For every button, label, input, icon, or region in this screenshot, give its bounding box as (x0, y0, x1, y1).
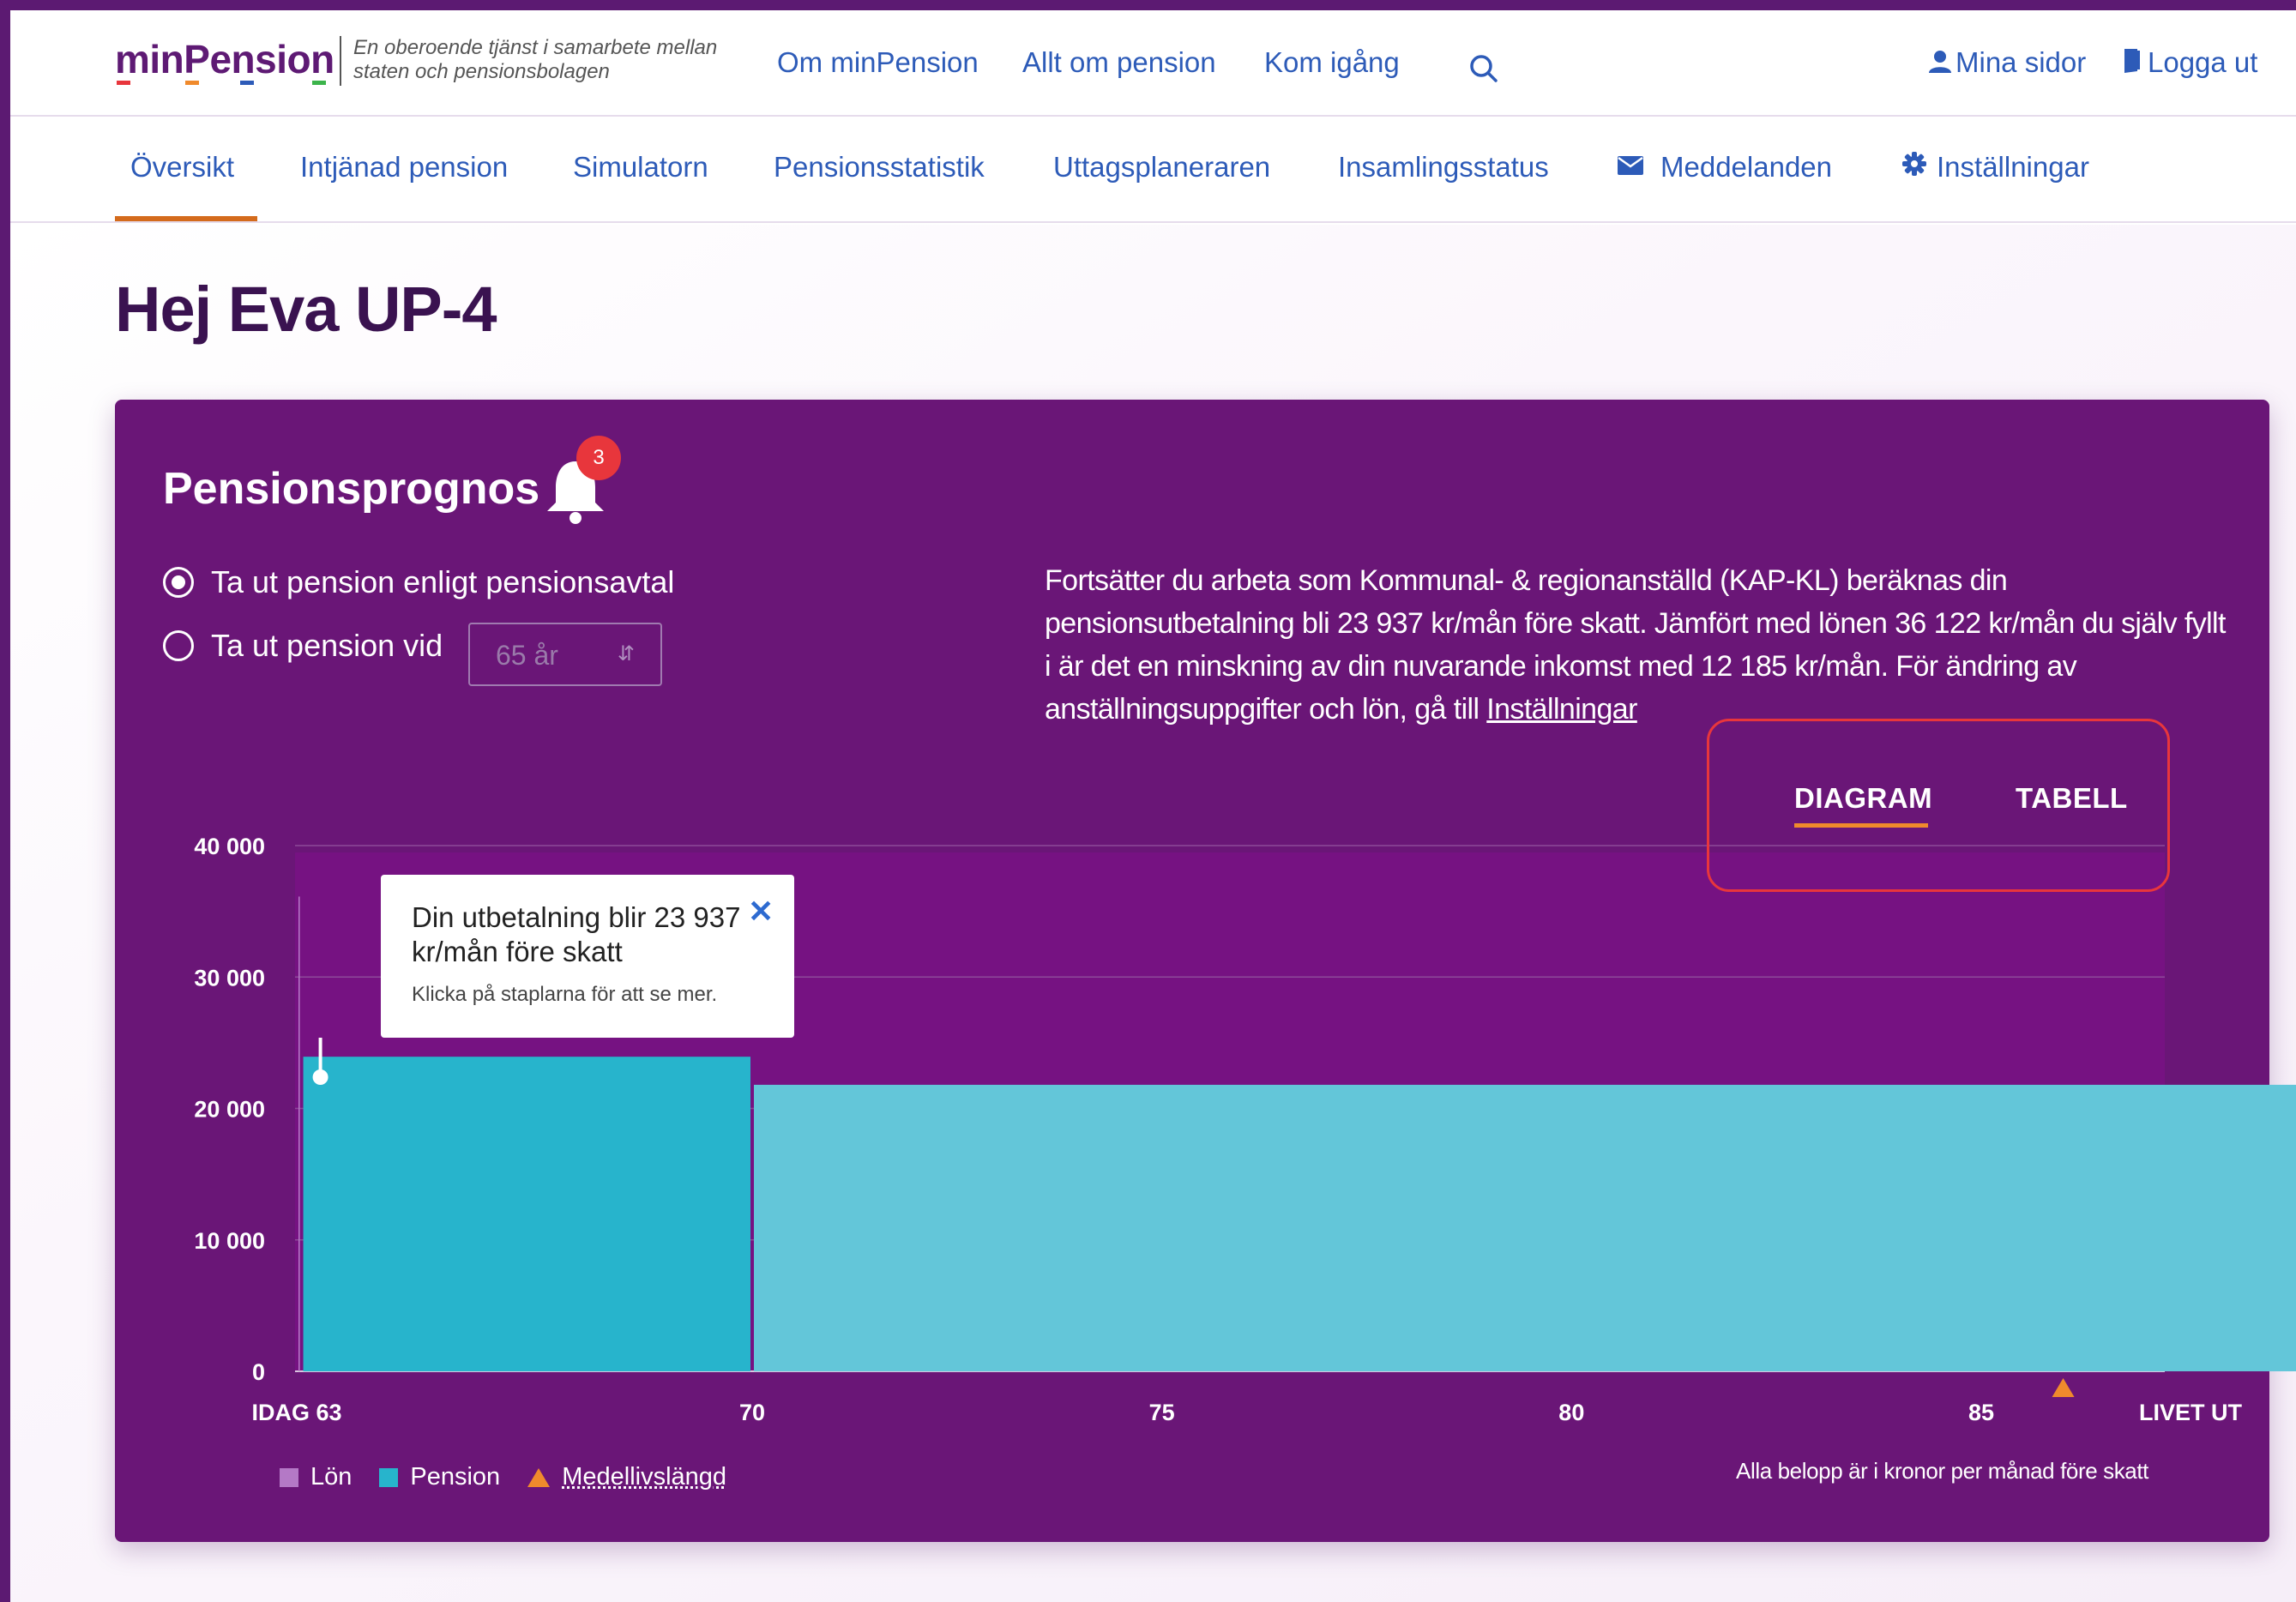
chart-tooltip: Din utbetalning blir 23 937 kr/mån före … (381, 875, 794, 1038)
x-tick-label: 75 (1149, 1400, 1175, 1425)
gear-icon (1902, 152, 1926, 176)
age-select-value: 65 år (496, 640, 558, 671)
age-select[interactable]: 65 år ⇵ (468, 623, 662, 686)
bar-pension-after-70 (754, 1084, 2296, 1371)
legend-lon: Lön (280, 1463, 352, 1491)
chart-footnote: Alla belopp är i kronor per månad före s… (1736, 1458, 2148, 1484)
radio-button-checked[interactable] (163, 567, 194, 598)
window-frame-left (0, 0, 10, 1602)
logga-ut-label: Logga ut (2148, 46, 2258, 78)
tab-installningar[interactable]: Inställningar (1902, 151, 2089, 184)
diagram-tab[interactable]: DIAGRAM (1794, 782, 1932, 815)
legend-medellivslangd-label[interactable]: Medellivslängd (562, 1463, 726, 1491)
tooltip-pointer-dot (312, 1069, 328, 1085)
tab-oversikt[interactable]: Översikt (130, 151, 234, 184)
site-header: minPension En oberoende tjänst i samarbe… (10, 10, 2296, 117)
legend-lon-swatch (280, 1467, 298, 1487)
tab-meddelanden-label: Meddelanden (1660, 151, 1832, 183)
page-title: Hej Eva UP-4 (115, 274, 497, 345)
diagram-tab-indicator (1794, 823, 1928, 828)
window-frame-top (0, 0, 2296, 10)
logo-divider (340, 36, 341, 86)
tab-meddelanden[interactable]: Meddelanden (1618, 151, 1832, 184)
close-icon[interactable]: ✕ (748, 894, 774, 930)
active-tab-indicator (115, 216, 257, 221)
y-tick-label: 0 (252, 1359, 265, 1385)
radio-pension-vid[interactable]: Ta ut pension vid (163, 624, 443, 667)
legend-lon-label: Lön (310, 1463, 353, 1491)
tagline: En oberoende tjänst i samarbete mellan s… (353, 36, 718, 83)
tab-pensionsstatistik[interactable]: Pensionsstatistik (774, 151, 985, 184)
tooltip-title: Din utbetalning blir 23 937 kr/mån före … (412, 901, 741, 967)
x-tick-label: 70 (739, 1400, 765, 1425)
tab-insamlingsstatus[interactable]: Insamlingsstatus (1338, 151, 1549, 184)
pensionsprognos-card: 0 10 000 20 000 30 000 40 000 IDAG 63 70 75 80 85… (115, 400, 2296, 1542)
sub-navigation: Översikt Intjänad pension Simulatorn Pen… (10, 118, 2296, 223)
x-tick-label: 80 (1558, 1400, 1584, 1425)
installningar-link[interactable]: Inställningar (1486, 693, 1637, 726)
legend-medellivslangd[interactable]: Medellivslängd (527, 1463, 726, 1491)
x-tick-label: LIVET UT (2139, 1400, 2243, 1425)
notification-badge: 3 (576, 436, 621, 480)
legend-pension-label: Pension (410, 1463, 501, 1491)
tabell-tab[interactable]: TABELL (2016, 782, 2128, 815)
logga-ut-link[interactable]: Logga ut (2122, 46, 2257, 79)
select-arrows-icon: ⇵ (617, 642, 635, 665)
legend-pension: Pension (379, 1463, 500, 1491)
door-icon (2124, 49, 2140, 73)
tab-installningar-label: Inställningar (1937, 151, 2089, 183)
mina-sidor-link[interactable]: Mina sidor (1928, 46, 2086, 79)
tab-intjanad-pension[interactable]: Intjänad pension (300, 151, 508, 184)
y-tick-label: 40 000 (194, 834, 265, 859)
bar-lon (298, 896, 300, 1371)
user-icon (1929, 51, 1951, 73)
radio-pensionsavtal[interactable]: Ta ut pension enligt pensionsavtal (163, 561, 674, 604)
bar-pension-to-70 (303, 1057, 750, 1371)
minpension-logo[interactable]: minPension (115, 36, 334, 82)
radio-button-unchecked[interactable] (163, 630, 194, 661)
envelope-icon (1618, 156, 1643, 175)
nav-om-minpension[interactable]: Om minPension (777, 46, 979, 79)
tab-simulatorn[interactable]: Simulatorn (573, 151, 708, 184)
y-tick-label: 10 000 (194, 1228, 265, 1254)
triangle-icon (527, 1467, 551, 1487)
chart-legend: Lön Pension Medellivslängd (280, 1463, 754, 1491)
x-tick-label: 85 (1968, 1400, 1994, 1425)
y-tick-label: 20 000 (194, 1097, 265, 1123)
prognosis-description: Fortsätter du arbeta som Kommunal- & reg… (1045, 559, 2228, 731)
tab-uttagsplaneraren[interactable]: Uttagsplaneraren (1053, 151, 1270, 184)
search-icon[interactable] (1467, 51, 1501, 86)
y-tick-label: 30 000 (194, 965, 265, 991)
legend-pension-swatch (379, 1467, 399, 1487)
x-tick-label: IDAG 63 (251, 1400, 341, 1425)
radio-pension-vid-label: Ta ut pension vid (211, 628, 443, 663)
radio-pensionsavtal-label: Ta ut pension enligt pensionsavtal (211, 564, 675, 599)
card-title: Pensionsprognos (163, 464, 540, 514)
nav-kom-igang[interactable]: Kom igång (1264, 46, 1400, 79)
mina-sidor-label: Mina sidor (1956, 46, 2087, 78)
medellivslangd-marker (2052, 1378, 2075, 1397)
tooltip-hint: Klicka på staplarna för att se mer. (412, 983, 718, 1006)
logo-color-stripe (117, 81, 326, 85)
nav-allt-om-pension[interactable]: Allt om pension (1022, 46, 1216, 79)
